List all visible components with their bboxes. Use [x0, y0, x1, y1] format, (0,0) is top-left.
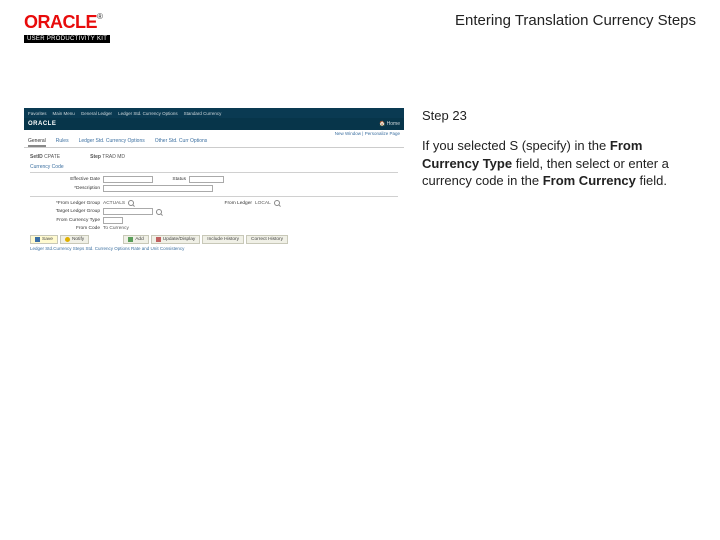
content-row: Favorites Main Menu General Ledger Ledge… [24, 108, 696, 276]
thumb-tab: Other Std. Curr Options [155, 138, 208, 147]
logo-block: ORACLE® USER PRODUCTIVITY KIT [24, 12, 110, 43]
thumb-tabs: General Rules Ledger Std. Currency Optio… [24, 138, 404, 148]
trademark-symbol: ® [97, 12, 103, 21]
save-button: Save [30, 235, 58, 244]
oracle-wordmark: ORACLE [24, 12, 97, 32]
label-target-ledger-group: Target Ledger Group [30, 209, 100, 214]
thumb-buttons: Save Notify Add Update/Display Include H… [30, 235, 398, 244]
update-button: Update/Display [151, 235, 201, 244]
topmenu-item: General Ledger [81, 111, 112, 116]
label-description: *Description [30, 186, 100, 191]
thumb-lower-right: From Ledger LOCAL [202, 200, 280, 231]
step-text-bold: From Currency [543, 173, 636, 188]
thumb-body: SetID CPATE Step TRAD MD Currency Code E… [24, 148, 404, 255]
input-effective-date [103, 176, 153, 183]
setid: SetID CPATE [30, 154, 60, 160]
thumb-meta: SetID CPATE Step TRAD MD [30, 152, 398, 162]
row-effective-date: Effective Date Status [30, 176, 398, 183]
notify-button: Notify [60, 235, 89, 244]
thumb-tab: Rules [56, 138, 69, 147]
thumb-tab: Ledger Std. Currency Options [79, 138, 145, 147]
value-from-ledger-group: ACTUALS [103, 201, 125, 206]
save-icon [35, 237, 40, 242]
row-description: *Description [30, 185, 398, 192]
upk-label: USER PRODUCTIVITY KIT [24, 35, 110, 43]
topmenu-item: Ledger Std. Currency Options [118, 111, 178, 116]
label-from-code: From Code [30, 226, 100, 231]
row-target-ledger-group: Target Ledger Group [30, 208, 162, 215]
add-icon [128, 237, 133, 242]
thumb-topmenu: Favorites Main Menu General Ledger Ledge… [24, 108, 404, 118]
thumb-brand: ORACLE [28, 121, 56, 127]
thumb-lower: *From Ledger Group ACTUALS Target Ledger… [30, 196, 398, 231]
row-from-currency-type: From Currency Type [30, 217, 162, 224]
input-status [189, 176, 224, 183]
lookup-icon [274, 200, 280, 206]
input-from-currency-type [103, 217, 123, 224]
thumb-form: Effective Date Status *Description [30, 172, 398, 192]
thumb-section-label: Currency Code [30, 164, 398, 170]
include-history-button: Include History [202, 235, 244, 244]
value-from-ledger: LOCAL [255, 201, 271, 206]
topmenu-item: Main Menu [53, 111, 75, 116]
notify-icon [65, 237, 70, 242]
step-text: If you selected S (specify) in the From … [422, 137, 696, 190]
step-text-frag: If you selected S (specify) in the [422, 138, 610, 153]
row-from-code: From Code To Currency [30, 226, 162, 231]
screenshot-thumbnail: Favorites Main Menu General Ledger Ledge… [24, 108, 404, 276]
lookup-icon [128, 200, 134, 206]
label-status: Status [156, 177, 186, 182]
thumb-tab: General [28, 138, 46, 147]
add-button: Add [123, 235, 149, 244]
row-from-ledger: From Ledger LOCAL [202, 200, 280, 206]
update-icon [156, 237, 161, 242]
thumb-home-link: 🏠 Home [379, 121, 400, 127]
lookup-icon [156, 209, 162, 215]
correct-history-button: Correct History [246, 235, 288, 244]
thumb-lower-left: *From Ledger Group ACTUALS Target Ledger… [30, 200, 162, 231]
label-from-currency-type: From Currency Type [30, 218, 100, 223]
label-to-currency: To Currency [103, 226, 129, 231]
thumb-footer-links: Ledger Std.Currency Steps Std. Currency … [30, 246, 398, 251]
step-number: Step 23 [422, 108, 696, 123]
topmenu-item: Standard Currency [184, 111, 222, 116]
step-text-frag: field. [636, 173, 667, 188]
row-from-ledger-group: *From Ledger Group ACTUALS [30, 200, 162, 206]
thumb-sublinks: New Window | Personalize Page [24, 130, 404, 138]
document-title: Entering Translation Currency Steps [455, 12, 696, 29]
topmenu-item: Favorites [28, 111, 47, 116]
input-description [103, 185, 213, 192]
label-from-ledger: From Ledger [202, 201, 252, 206]
input-target-ledger-group [103, 208, 153, 215]
thumb-brandbar: ORACLE 🏠 Home [24, 118, 404, 130]
label-from-ledger-group: *From Ledger Group [30, 201, 100, 206]
page-header: ORACLE® USER PRODUCTIVITY KIT Entering T… [0, 0, 720, 60]
instruction-panel: Step 23 If you selected S (specify) in t… [422, 108, 696, 276]
oracle-logo: ORACLE® [24, 12, 110, 33]
step: Step TRAD MD [90, 154, 125, 160]
label-effective-date: Effective Date [30, 177, 100, 182]
